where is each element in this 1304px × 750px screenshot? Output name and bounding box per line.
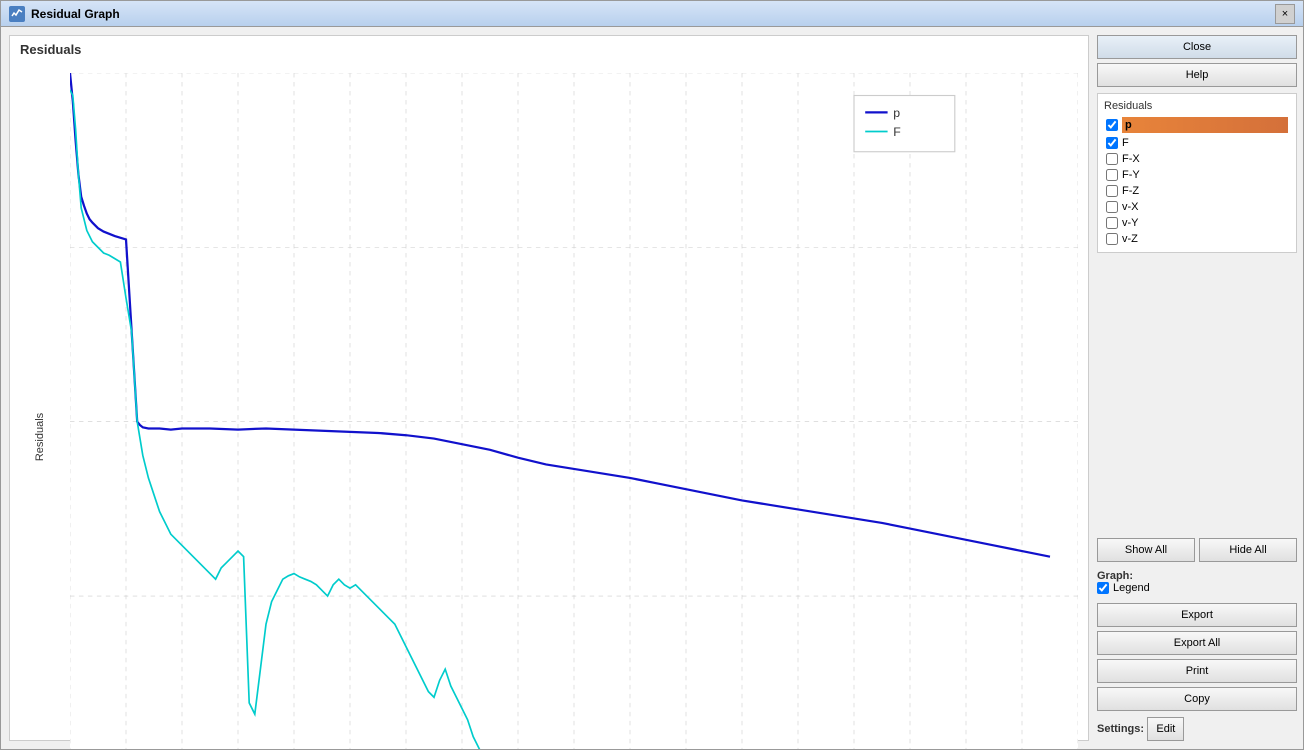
window-close-button[interactable]: × <box>1275 4 1295 24</box>
residual-label-f: F <box>1122 137 1129 149</box>
residual-label-vz: v-Z <box>1122 233 1138 245</box>
residual-checkbox-fy[interactable] <box>1106 169 1118 181</box>
residual-label-fz: F-Z <box>1122 185 1139 197</box>
right-panel: Close Help Residuals p F <box>1093 27 1303 749</box>
residual-item-vx[interactable]: v-X <box>1104 200 1290 214</box>
top-buttons: Close Help <box>1097 35 1297 87</box>
chart-title: Residuals <box>10 36 1088 63</box>
settings-label: Settings: <box>1097 723 1144 735</box>
window-icon <box>9 6 25 22</box>
residual-item-vz[interactable]: v-Z <box>1104 232 1290 246</box>
help-button[interactable]: Help <box>1097 63 1297 87</box>
legend-label: Legend <box>1113 582 1150 594</box>
graph-section: Graph: Legend <box>1097 568 1297 597</box>
chart-svg: 1 0.1 0.01 0.001 0.0001 0 20 40 60 80 10… <box>70 73 1078 749</box>
chart-container: Residuals Iterations <box>10 63 1088 749</box>
plot-area: 1 0.1 0.01 0.001 0.0001 0 20 40 60 80 10… <box>70 73 1078 749</box>
residual-checkbox-p[interactable] <box>1106 119 1118 131</box>
export-all-button[interactable]: Export All <box>1097 631 1297 655</box>
print-button[interactable]: Print <box>1097 659 1297 683</box>
residuals-section-title: Residuals <box>1104 100 1290 112</box>
residual-checkbox-fz[interactable] <box>1106 185 1118 197</box>
residual-label-vy: v-Y <box>1122 217 1139 229</box>
edit-button[interactable]: Edit <box>1147 717 1184 741</box>
main-window: Residual Graph × Residuals Residuals Ite… <box>0 0 1304 750</box>
residual-checkbox-vz[interactable] <box>1106 233 1118 245</box>
residual-checkbox-fx[interactable] <box>1106 153 1118 165</box>
p-selected-bar: p <box>1122 117 1288 133</box>
residual-item-fz[interactable]: F-Z <box>1104 184 1290 198</box>
residuals-list: p F F-X F-Y <box>1104 116 1290 246</box>
residual-checkbox-vy[interactable] <box>1106 217 1118 229</box>
copy-button[interactable]: Copy <box>1097 687 1297 711</box>
svg-text:F: F <box>893 125 901 139</box>
chart-area: Residuals Residuals Iterations <box>9 35 1089 741</box>
residual-checkbox-f[interactable] <box>1106 137 1118 149</box>
title-bar: Residual Graph × <box>1 1 1303 27</box>
residual-item-p[interactable]: p <box>1104 116 1290 134</box>
graph-section-label: Graph: <box>1097 570 1133 582</box>
show-all-button[interactable]: Show All <box>1097 538 1195 562</box>
action-buttons: Export Export All Print Copy <box>1097 603 1297 711</box>
residual-item-f[interactable]: F <box>1104 136 1290 150</box>
close-button[interactable]: Close <box>1097 35 1297 59</box>
residual-label-fx: F-X <box>1122 153 1140 165</box>
bottom-section: Show All Hide All Graph: Legend Export E… <box>1097 538 1297 741</box>
content-area: Residuals Residuals Iterations <box>1 27 1303 749</box>
svg-text:p: p <box>893 106 900 120</box>
show-hide-row: Show All Hide All <box>1097 538 1297 562</box>
hide-all-button[interactable]: Hide All <box>1199 538 1297 562</box>
residuals-panel: Residuals p F F-X <box>1097 93 1297 253</box>
residual-item-fx[interactable]: F-X <box>1104 152 1290 166</box>
residual-item-vy[interactable]: v-Y <box>1104 216 1290 230</box>
y-axis-label: Residuals <box>34 413 46 461</box>
residual-checkbox-vx[interactable] <box>1106 201 1118 213</box>
export-button[interactable]: Export <box>1097 603 1297 627</box>
legend-checkbox-row: Legend <box>1097 582 1297 594</box>
residual-item-fy[interactable]: F-Y <box>1104 168 1290 182</box>
residual-label-fy: F-Y <box>1122 169 1140 181</box>
legend-checkbox[interactable] <box>1097 582 1109 594</box>
residual-label-vx: v-X <box>1122 201 1139 213</box>
window-title: Residual Graph <box>31 7 1275 21</box>
settings-section: Settings: Edit <box>1097 717 1297 741</box>
